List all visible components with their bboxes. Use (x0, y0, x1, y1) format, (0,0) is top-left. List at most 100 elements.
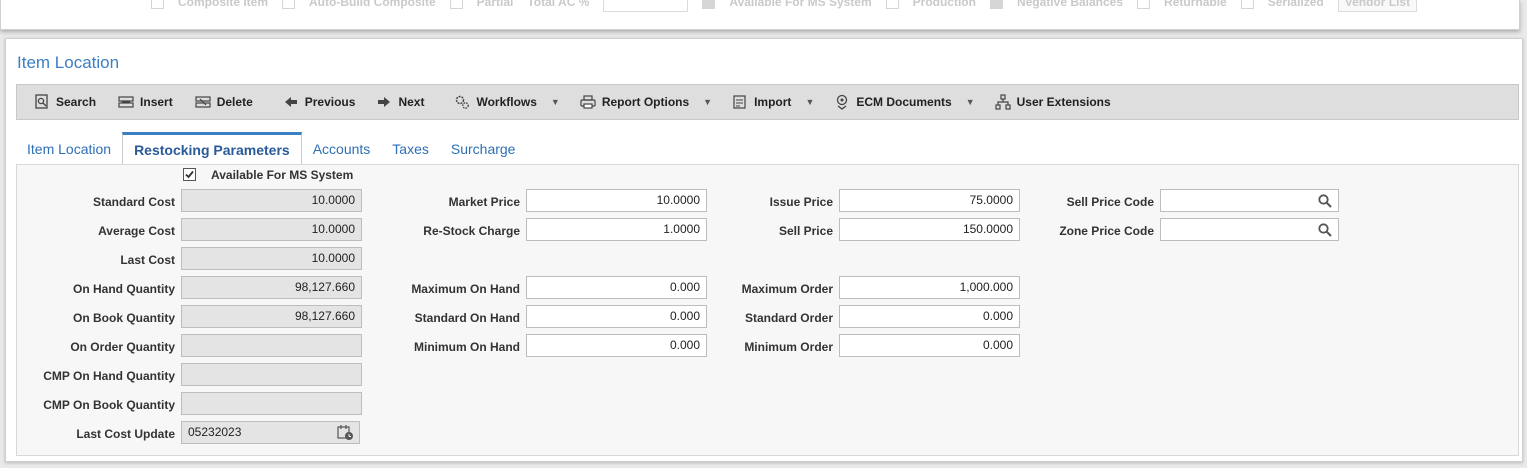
search-icon[interactable] (1317, 193, 1333, 209)
last-cost-update-value: 05232023 (188, 425, 242, 439)
market-price-label: Market Price (448, 195, 520, 209)
delete-button[interactable]: Delete (195, 85, 253, 119)
sell-price-code-field[interactable] (1160, 189, 1339, 212)
printer-icon (580, 95, 596, 109)
serialized-label: Serialized (1267, 0, 1324, 9)
on-order-quantity-field (181, 334, 362, 357)
available-for-ms-checkbox[interactable] (183, 168, 196, 181)
standard-order-field[interactable]: 0.000 (839, 305, 1020, 328)
restock-charge-field[interactable]: 1.0000 (526, 218, 707, 241)
toolbar: Search Insert Delete Previous Next Workf… (16, 84, 1519, 120)
composite-item-checkbox (151, 0, 164, 9)
last-cost-field: 10.0000 (181, 247, 362, 270)
calendar-icon[interactable] (337, 424, 354, 441)
workflows-label: Workflows (476, 95, 537, 109)
chevron-down-icon: ▼ (703, 97, 713, 107)
cmp-on-book-quantity-field (181, 392, 362, 415)
maximum-on-hand-field[interactable]: 0.000 (526, 276, 707, 299)
cmp-on-hand-quantity-label: CMP On Hand Quantity (43, 369, 175, 383)
cmp-on-book-quantity-label: CMP On Book Quantity (43, 398, 175, 412)
arrow-right-icon (378, 97, 391, 107)
insert-button[interactable]: Insert (118, 85, 173, 119)
tab-taxes[interactable]: Taxes (381, 133, 440, 165)
chevron-down-icon: ▼ (965, 97, 975, 107)
restock-charge-label: Re-Stock Charge (423, 224, 520, 238)
hierarchy-icon (995, 94, 1011, 110)
import-button[interactable]: Import ▼ (732, 85, 814, 119)
next-label: Next (398, 95, 425, 109)
tab-item-location[interactable]: Item Location (16, 133, 122, 165)
sell-price-label: Sell Price (778, 224, 833, 238)
on-book-quantity-field: 98,127.660 (181, 305, 362, 328)
market-price-field[interactable]: 10.0000 (526, 189, 707, 212)
sell-price-code-label: Sell Price Code (1066, 195, 1154, 209)
maximum-on-hand-label: Maximum On Hand (411, 282, 520, 296)
previous-button[interactable]: Previous (283, 85, 356, 119)
production-checkbox (885, 0, 899, 9)
available-ms-bg-label: Available For MS System (729, 0, 872, 9)
on-order-quantity-label: On Order Quantity (70, 340, 175, 354)
checkmark-icon (185, 170, 194, 179)
chevron-down-icon: ▼ (805, 97, 815, 107)
serialized-checkbox (1240, 0, 1254, 9)
panel-title: Item Location (17, 53, 120, 72)
on-book-quantity-label: On Book Quantity (73, 311, 175, 325)
insert-label: Insert (140, 95, 173, 109)
negative-balances-label: Negative Balances (1016, 0, 1124, 9)
issue-price-label: Issue Price (769, 195, 833, 209)
available-for-ms-label: Available For MS System (211, 168, 354, 182)
tab-surcharge[interactable]: Surcharge (440, 133, 527, 165)
composite-item-label: Composite Item (178, 0, 269, 9)
report-options-label: Report Options (601, 95, 690, 109)
returnable-label: Returnable (1164, 0, 1227, 9)
minimum-order-field[interactable]: 0.000 (839, 334, 1020, 357)
cmp-on-hand-quantity-field (181, 363, 362, 386)
production-label: Production (912, 0, 976, 9)
issue-price-field[interactable]: 75.0000 (839, 189, 1020, 212)
negative-balances-checkbox (989, 0, 1003, 9)
background-form-strip: Composite Item Auto-Build Composite Part… (0, 0, 1520, 30)
user-extensions-button[interactable]: User Extensions (995, 85, 1111, 119)
standard-on-hand-label: Standard On Hand (414, 311, 520, 325)
previous-label: Previous (304, 95, 356, 109)
average-cost-label: Average Cost (98, 224, 175, 238)
auto-build-checkbox (282, 0, 296, 9)
background-form-items: Composite Item Auto-Build Composite Part… (151, 0, 1418, 12)
import-label: Import (754, 95, 792, 109)
standard-cost-label: Standard Cost (92, 195, 175, 209)
total-ac-input (603, 0, 689, 12)
tab-accounts[interactable]: Accounts (302, 133, 382, 165)
workflows-button[interactable]: Workflows ▼ (454, 85, 560, 119)
ecm-documents-button[interactable]: ECM Documents ▼ (834, 85, 975, 119)
next-button[interactable]: Next (376, 85, 424, 119)
minimum-order-label: Minimum Order (744, 340, 833, 354)
report-options-button[interactable]: Report Options ▼ (580, 85, 712, 119)
search-icon (35, 94, 48, 109)
last-cost-update-field: 05232023 (181, 421, 360, 444)
tab-restocking-parameters[interactable]: Restocking Parameters (122, 132, 302, 166)
import-icon (733, 95, 746, 109)
partial-checkbox (449, 0, 463, 9)
maximum-order-label: Maximum Order (741, 282, 833, 296)
chevron-down-icon: ▼ (550, 97, 560, 107)
sell-price-field[interactable]: 150.0000 (839, 218, 1020, 241)
zone-price-code-field[interactable] (1160, 218, 1339, 241)
maximum-order-field[interactable]: 1,000.000 (839, 276, 1020, 299)
ecm-documents-icon (837, 94, 848, 110)
on-hand-quantity-field: 98,127.660 (181, 276, 362, 299)
vendor-list-button: Vendor List (1337, 0, 1418, 12)
arrow-left-icon (284, 97, 297, 107)
standard-on-hand-field[interactable]: 0.000 (526, 305, 707, 328)
last-cost-update-label: Last Cost Update (76, 427, 175, 441)
standard-order-label: Standard Order (744, 311, 833, 325)
search-label: Search (56, 95, 97, 109)
standard-cost-field: 10.0000 (181, 189, 362, 212)
auto-build-label: Auto-Build Composite (309, 0, 436, 9)
minimum-on-hand-label: Minimum On Hand (414, 340, 520, 354)
minimum-on-hand-field[interactable]: 0.000 (526, 334, 707, 357)
total-ac-label: Total AC % (527, 0, 590, 9)
available-ms-bg-checkbox (702, 0, 716, 9)
tab-bar: Item Location Restocking Parameters Acco… (16, 131, 527, 166)
search-button[interactable]: Search (34, 85, 96, 119)
search-icon[interactable] (1317, 222, 1333, 238)
